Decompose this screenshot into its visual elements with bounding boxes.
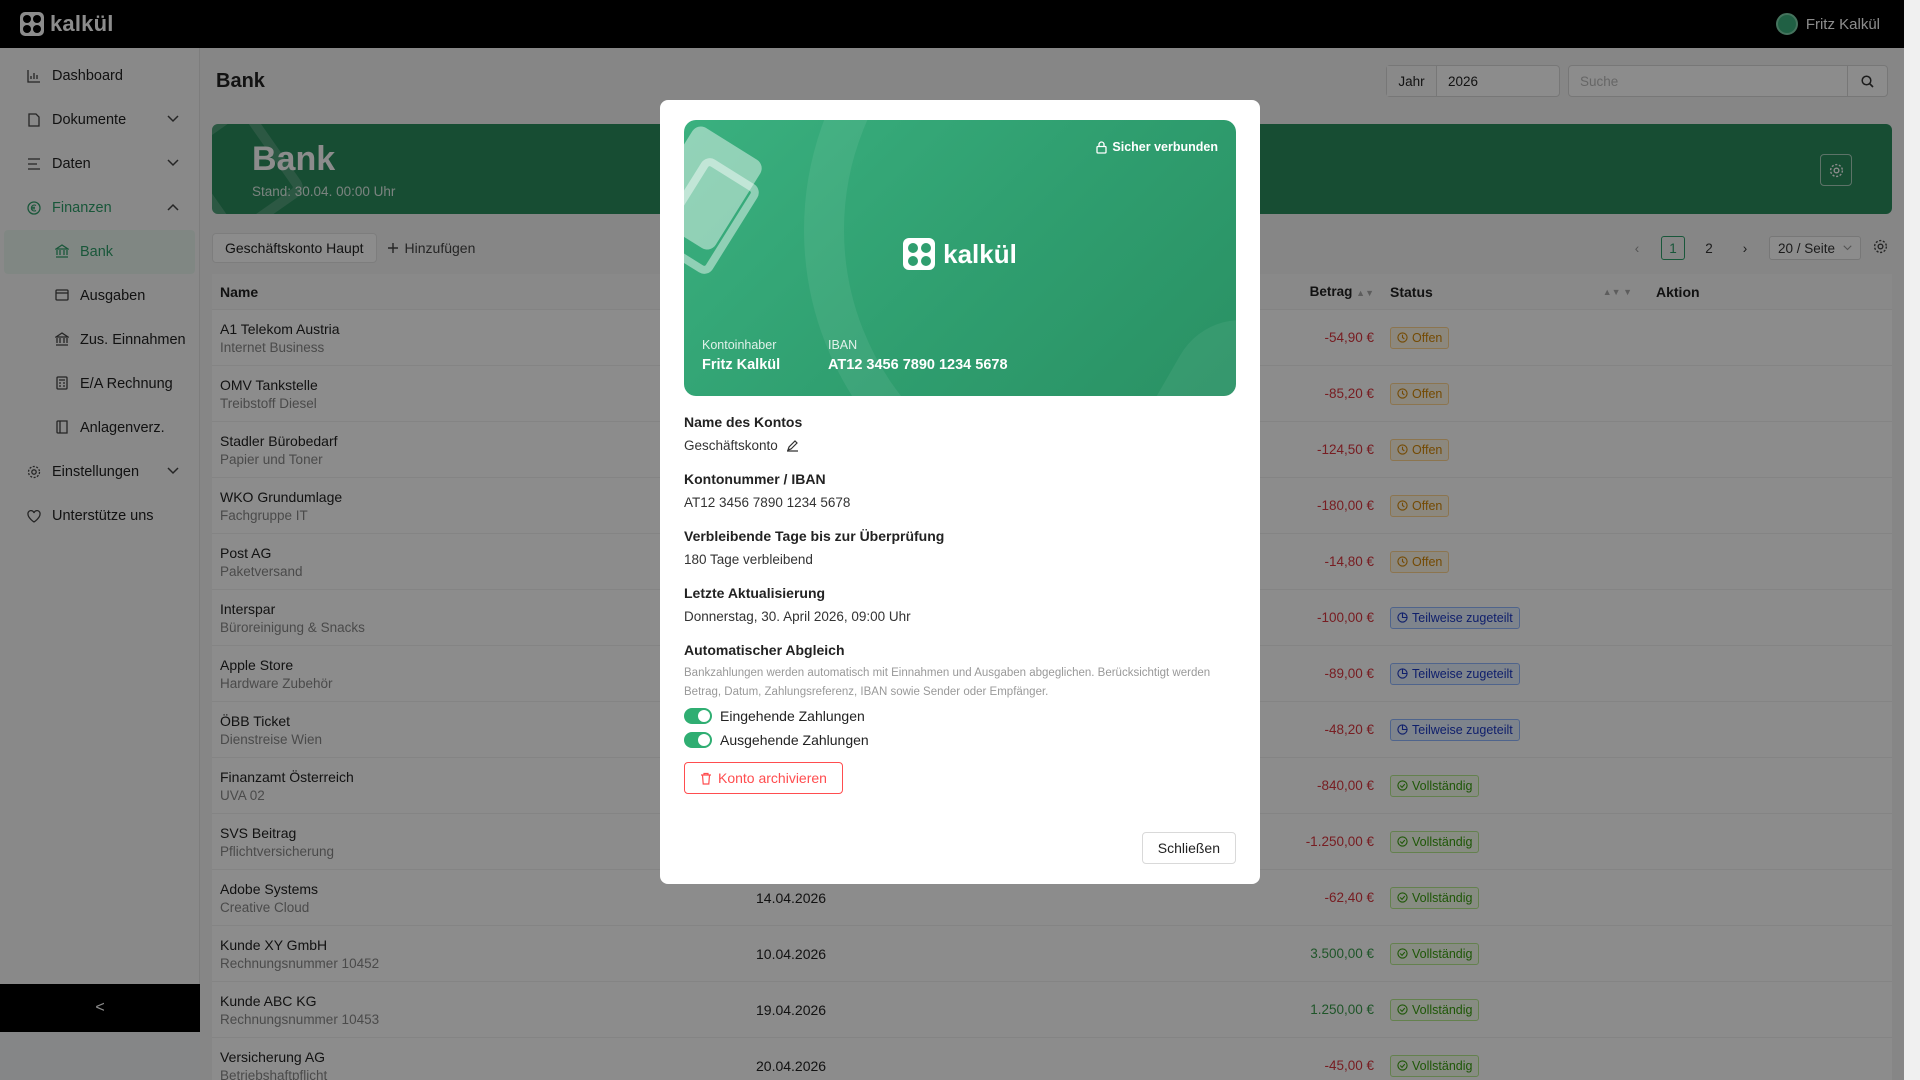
field-days-remaining: Verbleibende Tage bis zur Überprüfung 18… — [684, 528, 1236, 567]
account-name-value: Geschäftskonto — [684, 438, 778, 453]
incoming-payments-label: Eingehende Zahlungen — [720, 708, 865, 724]
field-label: Automatischer Abgleich — [684, 642, 845, 658]
card-brand: kalkül — [943, 238, 1017, 269]
account-number-value: AT12 3456 7890 1234 5678 — [684, 495, 851, 510]
days-value: 180 Tage verbleibend — [684, 552, 813, 567]
auto-match-description: Bankzahlungen werden automatisch mit Ein… — [684, 667, 1211, 698]
field-label: Verbleibende Tage bis zur Überprüfung — [684, 528, 945, 544]
last-update-value: Donnerstag, 30. April 2026, 09:00 Uhr — [684, 609, 911, 624]
card-logo: kalkül — [684, 238, 1236, 270]
card-iban: IBAN AT12 3456 7890 1234 5678 — [828, 338, 1008, 373]
secure-connection-badge: Sicher verbunden — [1096, 140, 1218, 154]
field-label: Name des Kontos — [684, 414, 803, 430]
outgoing-payments-toggle[interactable] — [684, 732, 712, 748]
secure-label: Sicher verbunden — [1112, 140, 1218, 154]
outgoing-payments-label: Ausgehende Zahlungen — [720, 732, 869, 748]
close-button[interactable]: Schließen — [1141, 832, 1236, 864]
archive-label: Konto archivieren — [718, 770, 827, 786]
outgoing-payments-row: Ausgehende Zahlungen — [684, 732, 1236, 748]
iban-label: IBAN — [828, 338, 858, 352]
iban-value: AT12 3456 7890 1234 5678 — [828, 357, 1008, 373]
field-last-update: Letzte Aktualisierung Donnerstag, 30. Ap… — [684, 585, 1236, 624]
trash-icon — [701, 772, 711, 785]
lock-icon — [1096, 140, 1108, 154]
page-scrollbar[interactable] — [1904, 0, 1920, 1080]
field-auto-match: Automatischer Abgleich Bankzahlungen wer… — [684, 642, 1236, 748]
account-details-modal: Sicher verbunden kalkül Kontoinhaber Fri… — [660, 100, 1260, 884]
field-account-number: Kontonummer / IBAN AT12 3456 7890 1234 5… — [684, 471, 1236, 510]
incoming-payments-row: Eingehende Zahlungen — [684, 708, 1236, 724]
holder-value: Fritz Kalkül — [702, 357, 781, 373]
card-holder: Kontoinhaber Fritz Kalkül — [702, 338, 780, 373]
field-label: Kontonummer / IBAN — [684, 471, 826, 487]
field-label: Letzte Aktualisierung — [684, 585, 826, 601]
edit-icon[interactable] — [786, 439, 799, 452]
incoming-payments-toggle[interactable] — [684, 708, 712, 724]
bank-card: Sicher verbunden kalkül Kontoinhaber Fri… — [684, 120, 1236, 396]
logo-icon — [903, 238, 936, 270]
archive-account-button[interactable]: Konto archivieren — [684, 762, 843, 794]
holder-label: Kontoinhaber — [702, 338, 777, 352]
field-account-name: Name des Kontos Geschäftskonto — [684, 414, 1236, 453]
